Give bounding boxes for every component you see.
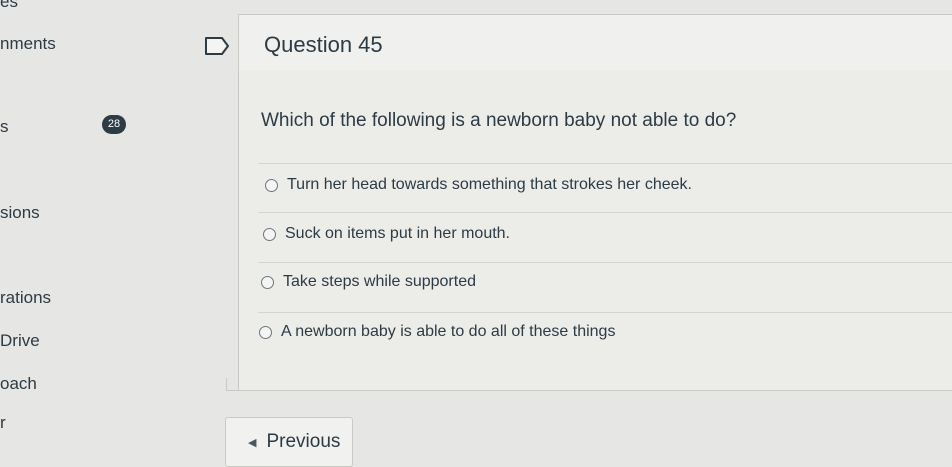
divider: [258, 312, 952, 313]
answer-option-3[interactable]: Take steps while supported: [261, 273, 476, 291]
question-text: Which of the following is a newborn baby…: [261, 110, 737, 131]
radio-button[interactable]: [265, 178, 278, 192]
sidebar-item-8[interactable]: r: [0, 413, 6, 433]
radio-button[interactable]: [259, 325, 272, 339]
divider: [258, 212, 952, 213]
answer-option-4[interactable]: A newborn baby is able to do all of thes…: [259, 323, 615, 341]
sidebar-item-coach[interactable]: oach: [0, 374, 37, 394]
answer-option-1[interactable]: Turn her head towards something that str…: [265, 176, 692, 194]
flag-question-icon[interactable]: [204, 36, 230, 56]
course-nav-sidebar: es nments s sions rations Drive oach r 2…: [0, 0, 200, 461]
divider: [258, 163, 952, 164]
answer-label: Turn her head towards something that str…: [287, 176, 692, 193]
previous-button[interactable]: ◀ Previous: [225, 417, 353, 467]
answer-label: A newborn baby is able to do all of thes…: [281, 323, 616, 340]
radio-button[interactable]: [261, 275, 274, 289]
question-card-bottom: [226, 378, 952, 391]
radio-button[interactable]: [263, 227, 276, 241]
sidebar-item-assignments[interactable]: nments: [0, 34, 56, 54]
triangle-left-icon: ◀: [248, 436, 257, 449]
sidebar-item-discussions[interactable]: sions: [0, 203, 40, 223]
question-title: Question 45: [264, 32, 383, 57]
previous-label: Previous: [266, 431, 341, 452]
sidebar-item-3[interactable]: s: [0, 117, 9, 137]
answer-label: Suck on items put in her mouth.: [285, 225, 510, 242]
sidebar-item-drive[interactable]: Drive: [0, 331, 40, 351]
divider: [258, 262, 952, 263]
answer-label: Take steps while supported: [283, 273, 476, 290]
sidebar-item-1[interactable]: es: [0, 0, 18, 12]
unread-count-badge: 28: [102, 115, 126, 134]
answer-option-2[interactable]: Suck on items put in her mouth.: [263, 225, 510, 243]
sidebar-item-collaborations[interactable]: rations: [0, 288, 51, 308]
